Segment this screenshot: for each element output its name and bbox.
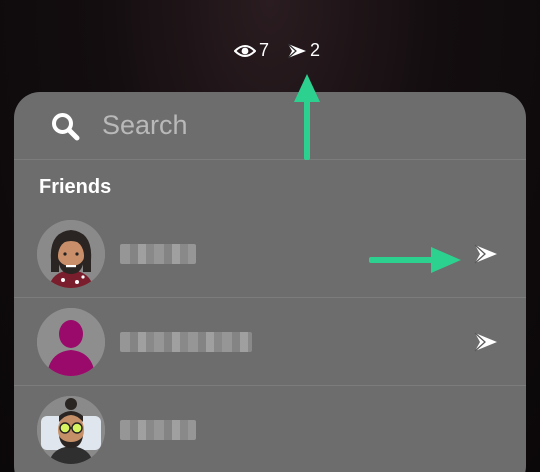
friends-list: [14, 210, 526, 472]
friend-name: [120, 244, 196, 264]
friend-name: [120, 420, 196, 440]
friends-section-title: Friends: [39, 176, 112, 198]
send-snap-button[interactable]: [472, 330, 500, 354]
search-input[interactable]: [102, 105, 482, 146]
search-bar[interactable]: [14, 92, 526, 160]
send-arrow-icon: [474, 244, 497, 263]
friend-row[interactable]: [14, 298, 526, 386]
send-arrow-icon: [474, 332, 497, 351]
views-count: 7: [259, 40, 270, 60]
friend-row[interactable]: [14, 386, 526, 472]
send-arrow-icon: [287, 43, 307, 58]
user-silhouette-icon: [37, 307, 105, 376]
views-stat[interactable]: 7: [234, 40, 269, 61]
avatar[interactable]: [37, 219, 105, 288]
screenshots-count: 2: [310, 40, 321, 60]
friend-name: [120, 332, 252, 352]
screenshots-stat[interactable]: 2: [287, 40, 320, 61]
bitmoji-avatar-icon: [37, 396, 105, 464]
friend-row[interactable]: [14, 210, 526, 298]
eye-icon: [234, 44, 256, 57]
avatar[interactable]: [37, 307, 105, 376]
search-icon: [52, 112, 80, 140]
bitmoji-avatar-icon: [37, 219, 105, 288]
avatar[interactable]: [37, 396, 105, 464]
story-stats: 7 2: [234, 40, 320, 61]
send-snap-button[interactable]: [472, 242, 500, 266]
viewers-panel: Friends: [14, 92, 526, 472]
